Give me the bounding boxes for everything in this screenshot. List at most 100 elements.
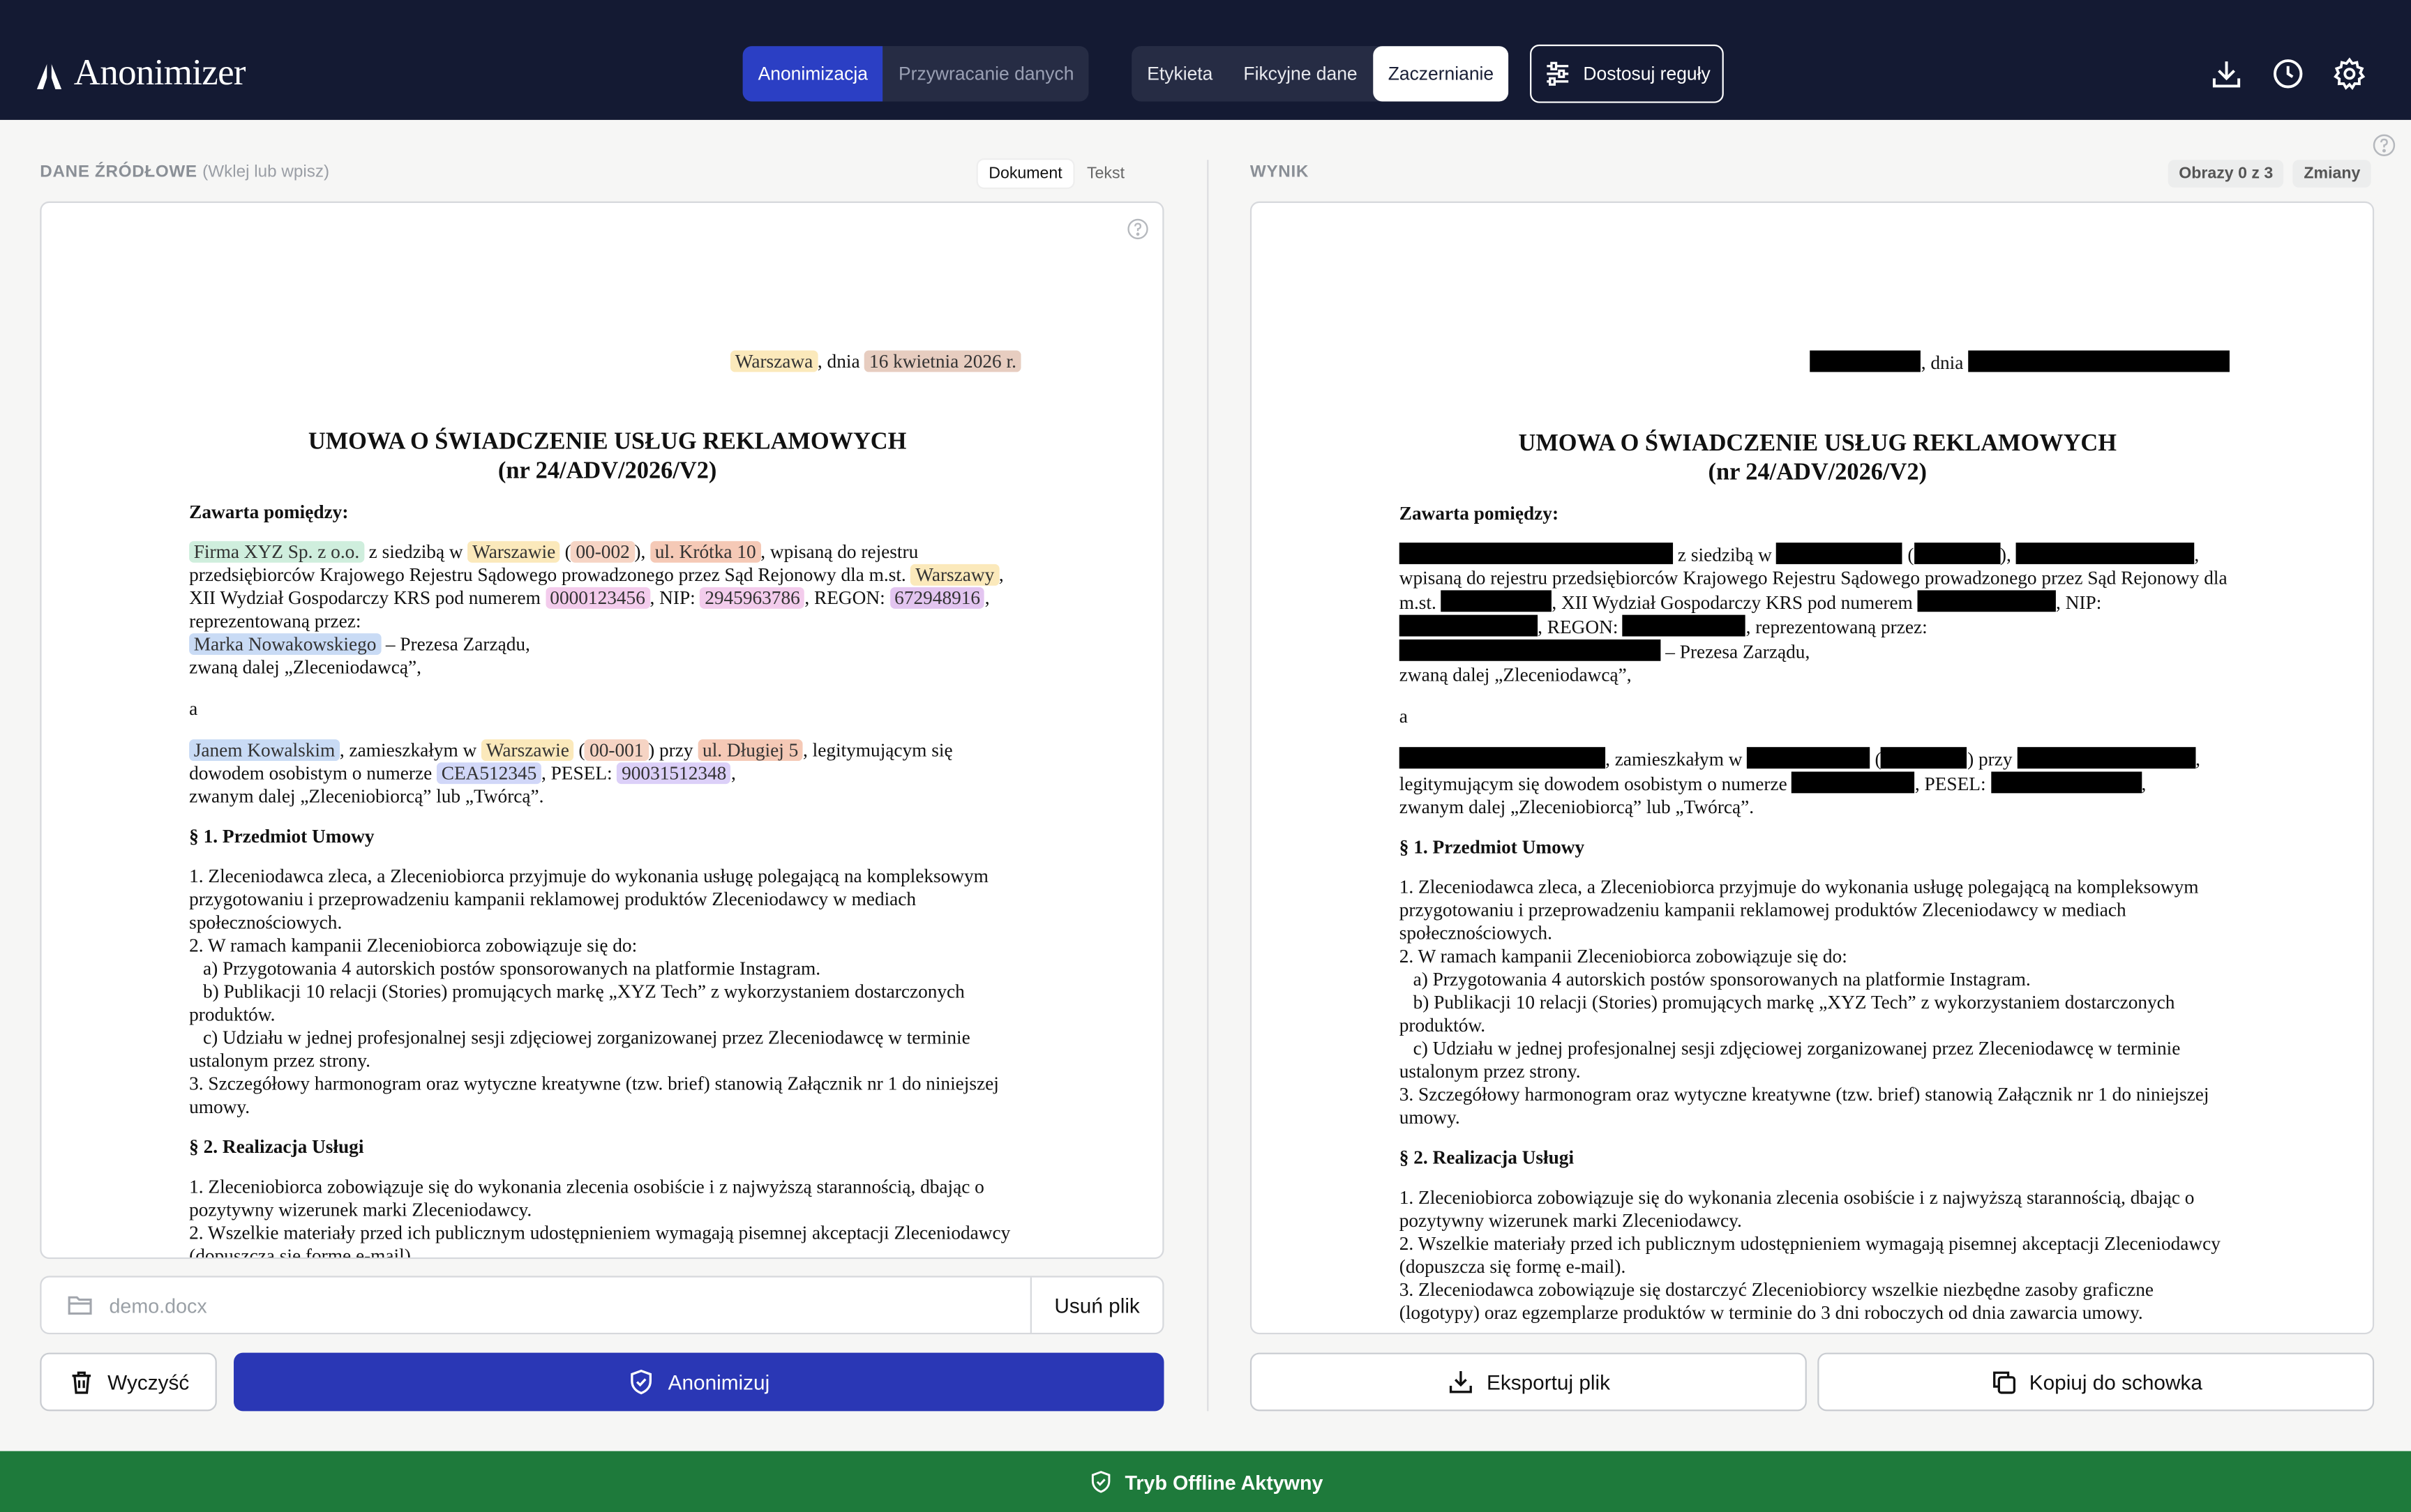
redacted-representative xyxy=(1399,639,1661,661)
file-name: demo.docx xyxy=(109,1293,207,1317)
history-icon[interactable] xyxy=(2271,57,2304,91)
view-dokument[interactable]: Dokument xyxy=(977,160,1074,188)
text: , PESEL: xyxy=(1914,773,1986,795)
entity-person-post: 00-001 xyxy=(585,739,649,762)
redacted-org-post xyxy=(1914,543,2000,564)
entity-org-street: ul. Krótka 10 xyxy=(650,540,761,563)
s1-b: b) Publikacji 10 relacji (Stories) promu… xyxy=(1399,991,2175,1036)
redacted-org xyxy=(1399,543,1674,564)
redacted-id-number xyxy=(1792,771,1915,794)
mode-anonimizacja[interactable]: Anonimizacja xyxy=(742,46,883,102)
entity-org: Firma XYZ Sp. z o.o. xyxy=(189,540,364,563)
help-icon[interactable] xyxy=(2373,134,2396,157)
s1-p2: 2. W ramach kampanii Zleceniobiorca zobo… xyxy=(189,935,638,956)
text: z siedzibą w xyxy=(1677,544,1772,566)
section-1-heading: § 1. Przedmiot Umowy xyxy=(1399,836,1585,858)
redacted-date xyxy=(1968,350,2230,372)
result-badges: Obrazy 0 z 3 Zmiany xyxy=(2168,160,2371,188)
s1-p2: 2. W ramach kampanii Zleceniobiorca zobo… xyxy=(1399,945,1847,967)
mode-przywracanie[interactable]: Przywracanie danych xyxy=(883,46,1089,101)
redacted-city xyxy=(1810,350,1921,372)
shield-check-icon xyxy=(1090,1471,1110,1493)
text: – Prezesa Zarządu, xyxy=(1665,641,1810,663)
s2-p1: 1. Zleceniobiorca zobowiązuje się do wyk… xyxy=(1399,1186,2195,1232)
s1-c: c) Udziału w jednej profesjonalnej sesji… xyxy=(1399,1037,2181,1082)
date-prefix: , dnia xyxy=(817,350,860,372)
redacted-person-city xyxy=(1747,747,1870,769)
s1-p1: 1. Zleceniodawca zleca, a Zleceniobiorca… xyxy=(189,865,989,933)
result-title-number: (nr 24/ADV/2026/V2) xyxy=(1708,460,1927,486)
text: , REGON: xyxy=(1538,616,1618,638)
entity-person: Janem Kowalskim xyxy=(189,739,340,762)
and-text: a xyxy=(189,697,198,720)
redacted-person xyxy=(1399,747,1606,769)
clear-label: Wyczyść xyxy=(107,1370,190,1394)
customize-rules-button[interactable]: Dostosuj reguły xyxy=(1530,44,1724,103)
s2-p2: 2. Wszelkie materiały przed ich publiczn… xyxy=(1399,1232,2221,1278)
text: przy xyxy=(1978,748,2013,771)
party-one: Firma XYZ Sp. z o.o. z siedzibą w Warsza… xyxy=(189,540,1004,679)
source-view-toggle: Dokument Tekst xyxy=(977,160,1136,188)
date-prefix: , dnia xyxy=(1921,351,1964,374)
file-bar: demo.docx Usuń plik xyxy=(40,1276,1164,1335)
text: , NIP: xyxy=(649,587,696,609)
entity-date: 16 kwietnia 2026 r. xyxy=(864,350,1021,372)
logo-icon xyxy=(36,58,62,89)
text: , zamieszkałym w xyxy=(339,739,477,762)
export-download-icon xyxy=(1449,1371,1472,1393)
entity-nip: 2945963786 xyxy=(700,587,805,609)
entity-person-street: ul. Długiej 5 xyxy=(698,739,803,762)
result-party-one: z siedzibą w (), , wpisaną do rejestru p… xyxy=(1399,543,2236,687)
result-party-two: , zamieszkałym w () przy , legitymującym… xyxy=(1399,747,2236,819)
text: , PESEL: xyxy=(541,762,613,785)
sliders-icon xyxy=(1546,61,1568,86)
source-label: DANE ŹRÓDŁOWE (Wklej lub wpisz) xyxy=(40,163,329,181)
text: zwaną dalej „Zleceniodawcą”, xyxy=(1399,664,1632,686)
style-fikcyjne-dane[interactable]: Fikcyjne dane xyxy=(1228,46,1372,101)
source-document[interactable]: Warszawa, dnia 16 kwietnia 2026 r. UMOWA… xyxy=(40,201,1164,1260)
between-heading: Zawarta pomiędzy: xyxy=(189,501,349,523)
style-etykieta[interactable]: Etykieta xyxy=(1132,46,1228,101)
redacted-pesel xyxy=(1990,771,2142,794)
party-two: Janem Kowalskim, zamieszkałym w Warszawi… xyxy=(189,739,953,808)
customize-rules-label: Dostosuj reguły xyxy=(1583,63,1711,85)
remove-file-button[interactable]: Usuń plik xyxy=(1030,1277,1163,1333)
copy-label: Kopiuj do schowka xyxy=(2029,1370,2202,1394)
text: , REGON: xyxy=(804,587,885,609)
text: , NIP: xyxy=(2056,591,2102,614)
style-switch: Etykieta Fikcyjne dane Zaczernianie xyxy=(1132,46,1510,102)
and-text: a xyxy=(1399,705,1408,727)
section-2-heading: § 2. Realizacja Usługi xyxy=(189,1135,364,1158)
entity-court-city: Warszawy xyxy=(910,564,999,586)
settings-gear-icon[interactable] xyxy=(2333,57,2366,91)
export-file-button[interactable]: Eksportuj plik xyxy=(1249,1352,1807,1412)
entity-krs: 0000123456 xyxy=(545,587,650,609)
redacted-org-street xyxy=(2015,543,2195,564)
changes-badge[interactable]: Zmiany xyxy=(2292,160,2371,188)
download-icon[interactable] xyxy=(2209,57,2243,91)
text: zwanym dalej „Zleceniobiorcą” lub „Twórc… xyxy=(189,785,544,808)
text: , zamieszkałym w xyxy=(1605,748,1743,771)
redacted-org-city xyxy=(1776,543,1903,564)
text: z siedzibą w xyxy=(368,540,463,563)
s1-a: a) Przygotowania 4 autorskich postów spo… xyxy=(202,958,821,980)
source-help-icon[interactable] xyxy=(1127,218,1149,240)
source-sublabel: (Wklej lub wpisz) xyxy=(202,162,330,182)
s1-p1: 1. Zleceniodawca zleca, a Zleceniobiorca… xyxy=(1399,876,2199,944)
text: zwaną dalej „Zleceniodawcą”, xyxy=(189,656,421,679)
source-label-text: DANE ŹRÓDŁOWE xyxy=(40,162,197,182)
style-zaczernianie[interactable]: Zaczernianie xyxy=(1372,46,1510,102)
text: zwanym dalej „Zleceniobiorcą” lub „Twórc… xyxy=(1399,796,1755,818)
clear-button[interactable]: Wyczyść xyxy=(40,1352,217,1412)
panel-divider xyxy=(1207,160,1209,1412)
copy-to-clipboard-button[interactable]: Kopiuj do schowka xyxy=(1817,1352,2375,1412)
export-label: Eksportuj plik xyxy=(1487,1370,1611,1394)
anonymize-button[interactable]: Anonimizuj xyxy=(234,1352,1164,1412)
s1-p3: 3. Szczegółowy harmonogram oraz wytyczne… xyxy=(1399,1083,2209,1128)
view-tekst[interactable]: Tekst xyxy=(1076,160,1136,188)
s1-p3: 3. Szczegółowy harmonogram oraz wytyczne… xyxy=(189,1073,999,1118)
images-badge[interactable]: Obrazy 0 z 3 xyxy=(2168,160,2284,188)
redacted-court-city xyxy=(1441,590,1552,612)
offline-status: Tryb Offline Aktywny xyxy=(1125,1470,1323,1494)
s1-a: a) Przygotowania 4 autorskich postów spo… xyxy=(1413,968,2031,990)
